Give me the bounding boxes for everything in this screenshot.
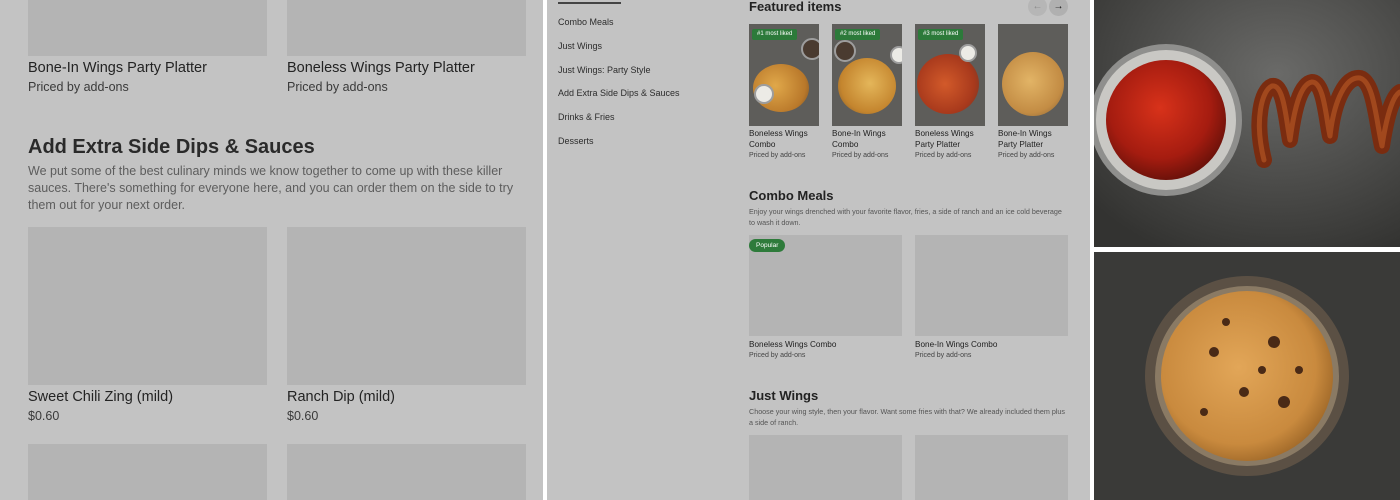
most-liked-badge: #3 most liked [918, 29, 964, 40]
menu-panel-middle: Combo Meals Just Wings Just Wings: Party… [547, 0, 1090, 500]
nav-item-desserts[interactable]: Desserts [558, 136, 594, 146]
item-price: $0.60 [287, 409, 319, 423]
arrow-left-icon: ← [1032, 1, 1043, 12]
item-image-placeholder[interactable] [28, 444, 267, 500]
section-title: Add Extra Side Dips & Sauces [28, 136, 315, 158]
menu-panel-left: Bone-In Wings Party Platter Priced by ad… [0, 0, 543, 500]
item-image-placeholder[interactable] [287, 0, 526, 56]
featured-item-name[interactable]: Boneless Wings Party Platter [915, 128, 987, 150]
section-description-combo: Enjoy your wings drenched with your favo… [749, 207, 1062, 227]
featured-item-price: Priced by add-ons [749, 152, 806, 159]
section-description-just-wings: Choose your wing style, then your flavor… [749, 407, 1066, 427]
featured-item-name[interactable]: Bone-In Wings Party Platter [998, 128, 1070, 150]
item-name[interactable]: Bone-In Wings Combo [915, 339, 1065, 350]
nav-active-indicator [558, 2, 621, 4]
item-price: Priced by add-ons [915, 352, 972, 359]
nav-item-drinks-fries[interactable]: Drinks & Fries [558, 112, 615, 122]
item-price: Priced by add-ons [28, 80, 129, 94]
featured-title: Featured items [749, 0, 842, 14]
featured-item-image[interactable] [998, 24, 1068, 126]
item-price: Priced by add-ons [749, 352, 806, 359]
item-name[interactable]: Ranch Dip (mild) [287, 389, 395, 405]
item-price: Priced by add-ons [287, 80, 388, 94]
cookie-photo [1094, 252, 1400, 500]
featured-item-price: Priced by add-ons [915, 152, 972, 159]
featured-item-name[interactable]: Boneless Wings Combo [749, 128, 821, 150]
nav-item-combo-meals[interactable]: Combo Meals [558, 17, 614, 27]
item-image-placeholder[interactable] [287, 444, 526, 500]
item-image-placeholder[interactable] [749, 435, 902, 500]
most-liked-badge: #1 most liked [752, 29, 798, 40]
carousel-prev-button[interactable]: ← [1028, 0, 1047, 16]
item-name[interactable]: Bone-In Wings Party Platter [28, 60, 207, 76]
carousel-next-button[interactable]: → [1049, 0, 1068, 16]
featured-item-price: Priced by add-ons [832, 152, 889, 159]
featured-item-image[interactable]: #2 most liked [832, 24, 902, 126]
item-image-placeholder[interactable] [915, 435, 1068, 500]
section-title-just-wings: Just Wings [749, 388, 819, 403]
popular-badge: Popular [749, 239, 786, 252]
item-image-placeholder[interactable] [28, 227, 267, 385]
section-title-combo: Combo Meals [749, 188, 834, 203]
item-image-placeholder[interactable] [287, 227, 526, 385]
item-name[interactable]: Boneless Wings Party Platter [287, 60, 475, 76]
item-name[interactable]: Sweet Chili Zing (mild) [28, 389, 173, 405]
featured-item-name[interactable]: Bone-In Wings Combo [832, 128, 904, 150]
item-price: $0.60 [28, 409, 60, 423]
nav-item-dips-sauces[interactable]: Add Extra Side Dips & Sauces [558, 88, 680, 98]
nav-item-just-wings-party[interactable]: Just Wings: Party Style [558, 65, 651, 75]
featured-item-image[interactable]: #1 most liked [749, 24, 819, 126]
section-description: We put some of the best culinary minds w… [28, 164, 514, 212]
most-liked-badge: #2 most liked [835, 29, 881, 40]
sauce-photo [1094, 0, 1400, 247]
arrow-right-icon: → [1053, 1, 1064, 12]
item-image-placeholder[interactable] [915, 235, 1068, 336]
nav-item-just-wings[interactable]: Just Wings [558, 41, 602, 51]
item-image-placeholder[interactable] [28, 0, 267, 56]
featured-item-price: Priced by add-ons [998, 152, 1055, 159]
item-name[interactable]: Boneless Wings Combo [749, 339, 899, 350]
featured-item-image[interactable]: #3 most liked [915, 24, 985, 126]
photo-panel [1094, 0, 1400, 500]
